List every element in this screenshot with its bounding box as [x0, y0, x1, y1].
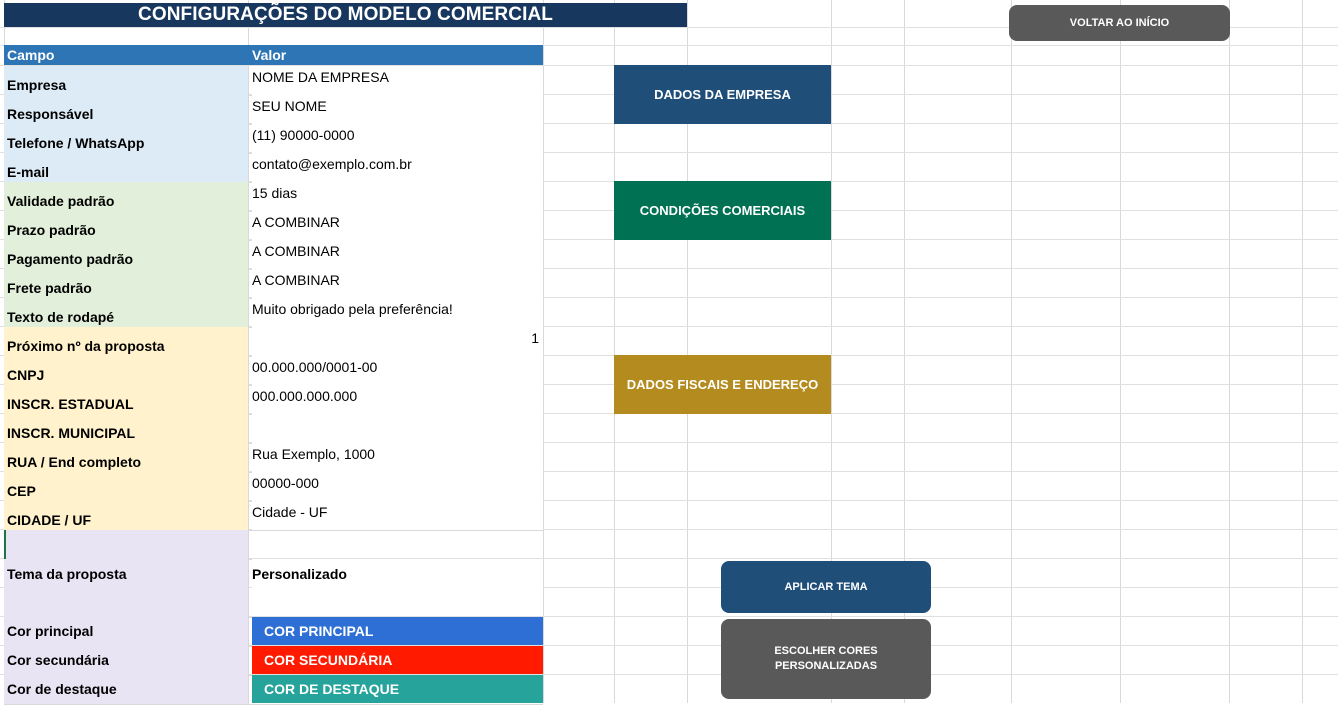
field-label: Próximo nº da proposta: [4, 327, 249, 356]
table-row: Validade padrão 15 dias: [4, 182, 543, 212]
field-value[interactable]: 1: [252, 327, 543, 356]
table-row: INSCR. MUNICIPAL: [4, 414, 543, 444]
field-value[interactable]: (11) 90000-0000: [252, 124, 543, 153]
field-label: RUA / End completo: [4, 443, 249, 472]
table-row: Prazo padrão A COMBINAR: [4, 211, 543, 241]
color-swatch[interactable]: COR DE DESTAQUE: [252, 675, 543, 703]
color-swatch[interactable]: COR PRINCIPAL: [252, 617, 543, 645]
header-valor: Valor: [252, 47, 287, 63]
field-label: E-mail: [4, 153, 249, 182]
field-value[interactable]: 15 dias: [252, 182, 543, 211]
field-value[interactable]: A COMBINAR: [252, 269, 543, 298]
field-label: INSCR. MUNICIPAL: [4, 414, 249, 443]
field-label: Telefone / WhatsApp: [4, 124, 249, 153]
field-value[interactable]: 00000-000: [252, 472, 543, 501]
table-row: CIDADE / UF Cidade - UF: [4, 501, 543, 531]
field-value[interactable]: NOME DA EMPRESA: [252, 66, 543, 95]
fiscal-address-button[interactable]: DADOS FISCAIS E ENDEREÇO: [614, 355, 831, 414]
color-label: Cor principal: [4, 617, 249, 646]
field-label: Responsável: [4, 95, 249, 124]
choose-custom-colors-button[interactable]: ESCOLHER CORES PERSONALIZADAS: [721, 619, 931, 699]
table-row: Texto de rodapé Muito obrigado pela prefe…: [4, 298, 543, 328]
color-label: Cor secundária: [4, 646, 249, 675]
table-header: Campo Valor: [4, 45, 543, 65]
table-row: RUA / End completo Rua Exemplo, 1000: [4, 443, 543, 473]
table-row: Empresa NOME DA EMPRESA: [4, 66, 543, 96]
field-value[interactable]: 00.000.000/0001-00: [252, 356, 543, 385]
table-row: E-mail contato@exemplo.com.br: [4, 153, 543, 183]
header-campo: Campo: [7, 47, 55, 63]
commercial-conditions-button[interactable]: CONDIÇÕES COMERCIAIS: [614, 181, 831, 240]
color-row: Cor secundária COR SECUNDÁRIA: [4, 646, 543, 676]
field-value[interactable]: 000.000.000.000: [252, 385, 543, 414]
spacer-row: [4, 530, 543, 560]
color-swatch[interactable]: COR SECUNDÁRIA: [252, 646, 543, 674]
field-label: Frete padrão: [4, 269, 249, 298]
field-value[interactable]: A COMBINAR: [252, 211, 543, 240]
field-value[interactable]: Muito obrigado pela preferência!: [252, 298, 543, 327]
theme-row: Tema da proposta Personalizado: [4, 559, 543, 618]
field-label: CEP: [4, 472, 249, 501]
field-label: CNPJ: [4, 356, 249, 385]
field-label: INSCR. ESTADUAL: [4, 385, 249, 414]
color-label: Cor de destaque: [4, 675, 249, 704]
table-row: INSCR. ESTADUAL 000.000.000.000: [4, 385, 543, 415]
page-title: CONFIGURAÇÕES DO MODELO COMERCIAL: [4, 3, 687, 27]
table-row: CNPJ 00.000.000/0001-00: [4, 356, 543, 386]
field-label: Prazo padrão: [4, 211, 249, 240]
table-row: Frete padrão A COMBINAR: [4, 269, 543, 299]
field-value[interactable]: SEU NOME: [252, 95, 543, 124]
field-label: CIDADE / UF: [4, 501, 249, 530]
field-value[interactable]: A COMBINAR: [252, 240, 543, 269]
table-row: Responsável SEU NOME: [4, 95, 543, 125]
field-label: Empresa: [4, 66, 249, 95]
spacer-cell: [4, 530, 249, 559]
table-row: CEP 00000-000: [4, 472, 543, 502]
field-value[interactable]: [252, 414, 543, 443]
field-value[interactable]: Cidade - UF: [252, 501, 543, 530]
field-value[interactable]: contato@exemplo.com.br: [252, 153, 543, 182]
company-data-button[interactable]: DADOS DA EMPRESA: [614, 65, 831, 124]
color-row: Cor de destaque COR DE DESTAQUE: [4, 675, 543, 705]
back-to-start-button[interactable]: VOLTAR AO INÍCIO: [1009, 5, 1230, 41]
apply-theme-button[interactable]: APLICAR TEMA: [721, 561, 931, 613]
theme-value[interactable]: Personalizado: [252, 559, 543, 588]
field-label: Texto de rodapé: [4, 298, 249, 327]
field-value[interactable]: Rua Exemplo, 1000: [252, 443, 543, 472]
field-label: Validade padrão: [4, 182, 249, 211]
color-row: Cor principal COR PRINCIPAL: [4, 617, 543, 647]
field-label: Pagamento padrão: [4, 240, 249, 269]
theme-label: Tema da proposta: [4, 559, 249, 617]
table-row: Pagamento padrão A COMBINAR: [4, 240, 543, 270]
table-row: Próximo nº da proposta 1: [4, 327, 543, 357]
table-row: Telefone / WhatsApp (11) 90000-0000: [4, 124, 543, 154]
